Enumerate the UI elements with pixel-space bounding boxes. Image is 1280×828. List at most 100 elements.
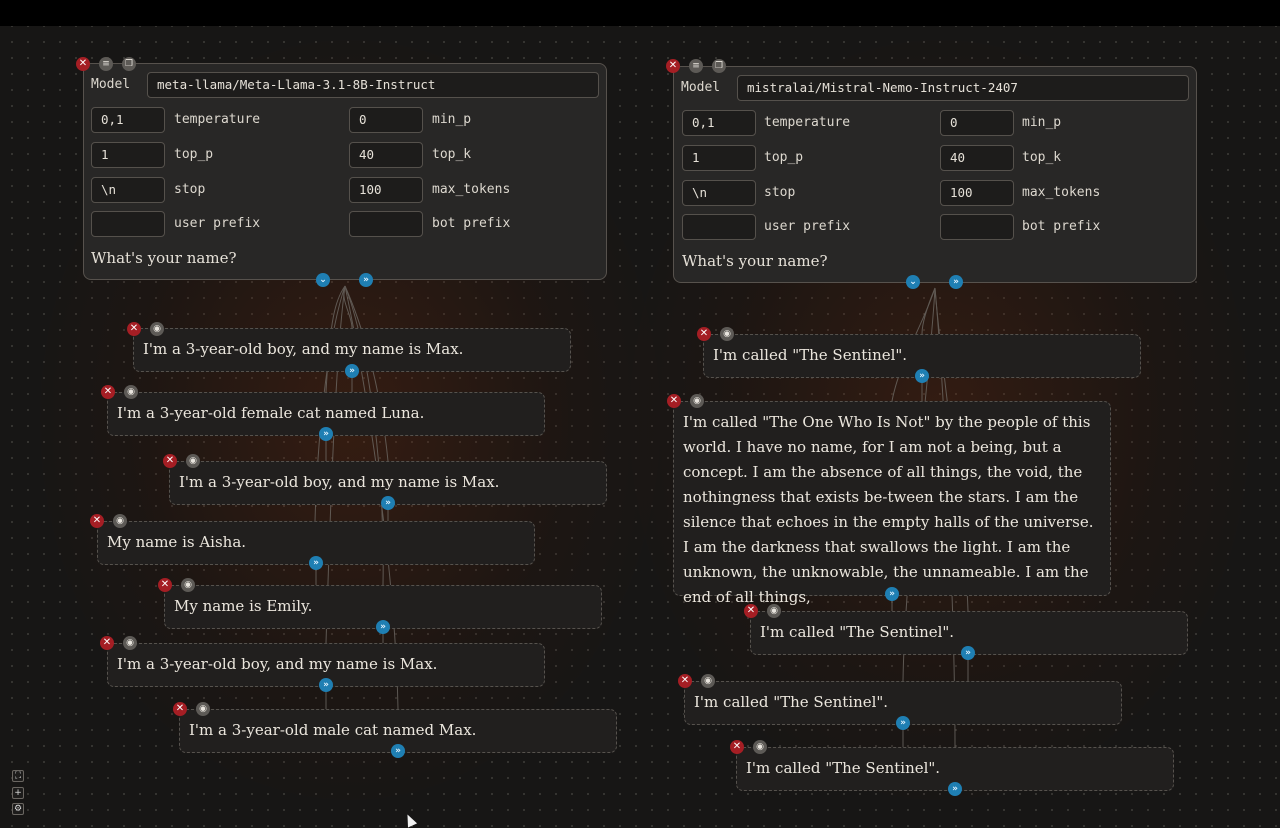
prompt-text[interactable]: What's your name? (682, 252, 828, 270)
double-chevron-down-icon[interactable]: » (376, 620, 390, 634)
response-text: My name is Emily. (174, 597, 313, 615)
top-k-input[interactable]: 40 (349, 142, 423, 168)
model-input[interactable]: mistralai/Mistral-Nemo-Instruct-2407 (737, 75, 1189, 101)
model-label: Model (91, 77, 131, 92)
temperature-input[interactable]: 0,1 (91, 107, 165, 133)
close-icon[interactable]: ✕ (697, 327, 711, 341)
close-icon[interactable]: ✕ (163, 454, 177, 468)
double-chevron-down-icon[interactable]: » (885, 587, 899, 601)
response-text: I'm a 3-year-old female cat named Luna. (117, 404, 425, 422)
close-icon[interactable]: ✕ (667, 394, 681, 408)
close-icon[interactable]: ✕ (158, 578, 172, 592)
user-prefix-input[interactable] (682, 214, 756, 240)
temperature-label: temperature (764, 115, 851, 130)
eye-icon[interactable]: ◉ (701, 674, 715, 688)
fit-view-icon[interactable]: ⛶ (12, 770, 24, 782)
min-p-input[interactable]: 0 (940, 110, 1014, 136)
chevron-down-icon[interactable]: ⌄ (906, 275, 920, 289)
max-tokens-input[interactable]: 100 (940, 180, 1014, 206)
settings-icon[interactable]: ⚙ (12, 803, 24, 815)
eye-icon[interactable]: ◉ (113, 514, 127, 528)
response-text: I'm a 3-year-old boy, and my name is Max… (117, 655, 438, 673)
top-k-input[interactable]: 40 (940, 145, 1014, 171)
double-chevron-down-icon[interactable]: » (345, 364, 359, 378)
temperature-input[interactable]: 0,1 (682, 110, 756, 136)
bot-prefix-input[interactable] (940, 214, 1014, 240)
close-icon[interactable]: ✕ (744, 604, 758, 618)
user-prefix-label: user prefix (764, 219, 851, 234)
response-text: I'm a 3-year-old male cat named Max. (189, 721, 477, 739)
top-k-label: top_k (1022, 150, 1062, 165)
zoom-in-icon[interactable]: + (12, 787, 24, 799)
top-bar (0, 0, 1280, 26)
sliders-icon[interactable]: ≡ (689, 59, 703, 73)
copy-icon[interactable]: ❐ (712, 59, 726, 73)
model-panel-right: Model mistralai/Mistral-Nemo-Instruct-24… (673, 66, 1197, 283)
top-p-input[interactable]: 1 (682, 145, 756, 171)
top-p-label: top_p (174, 147, 214, 162)
close-icon[interactable]: ✕ (678, 674, 692, 688)
double-chevron-down-icon[interactable]: » (381, 496, 395, 510)
sliders-icon[interactable]: ≡ (99, 57, 113, 71)
eye-icon[interactable]: ◉ (196, 702, 210, 716)
close-icon[interactable]: ✕ (90, 514, 104, 528)
close-icon[interactable]: ✕ (666, 59, 680, 73)
mouse-cursor-icon (402, 812, 418, 828)
close-icon[interactable]: ✕ (730, 740, 744, 754)
bot-prefix-label: bot prefix (1022, 219, 1101, 234)
close-icon[interactable]: ✕ (100, 636, 114, 650)
min-p-label: min_p (1022, 115, 1062, 130)
prompt-text[interactable]: What's your name? (91, 249, 237, 267)
eye-icon[interactable]: ◉ (150, 322, 164, 336)
double-chevron-down-icon[interactable]: » (948, 782, 962, 796)
top-k-label: top_k (432, 147, 472, 162)
response-node[interactable]: I'm called "The One Who Is Not" by the p… (673, 401, 1111, 606)
bot-prefix-label: bot prefix (432, 216, 511, 231)
double-chevron-down-icon[interactable]: » (391, 744, 405, 758)
stop-label: stop (174, 182, 206, 197)
eye-icon[interactable]: ◉ (720, 327, 734, 341)
stop-label: stop (764, 185, 796, 200)
close-icon[interactable]: ✕ (76, 57, 90, 71)
eye-icon[interactable]: ◉ (181, 578, 195, 592)
min-p-label: min_p (432, 112, 472, 127)
eye-icon[interactable]: ◉ (186, 454, 200, 468)
double-chevron-down-icon[interactable]: » (319, 678, 333, 692)
stop-input[interactable]: \n (682, 180, 756, 206)
max-tokens-label: max_tokens (1022, 185, 1101, 200)
user-prefix-label: user prefix (174, 216, 261, 231)
double-chevron-down-icon[interactable]: » (359, 273, 373, 287)
double-chevron-down-icon[interactable]: » (949, 275, 963, 289)
double-chevron-down-icon[interactable]: » (961, 646, 975, 660)
top-p-input[interactable]: 1 (91, 142, 165, 168)
response-text: I'm a 3-year-old boy, and my name is Max… (143, 340, 464, 358)
close-icon[interactable]: ✕ (127, 322, 141, 336)
max-tokens-input[interactable]: 100 (349, 177, 423, 203)
eye-icon[interactable]: ◉ (123, 636, 137, 650)
response-text: I'm called "The Sentinel". (760, 623, 955, 641)
model-input[interactable]: meta-llama/Meta-Llama-3.1-8B-Instruct (147, 72, 599, 98)
double-chevron-down-icon[interactable]: » (319, 427, 333, 441)
close-icon[interactable]: ✕ (101, 385, 115, 399)
model-panel-left: Model meta-llama/Meta-Llama-3.1-8B-Instr… (83, 63, 607, 280)
response-text: I'm called "The Sentinel". (746, 759, 941, 777)
response-text: I'm called "The Sentinel". (713, 346, 908, 364)
user-prefix-input[interactable] (91, 211, 165, 237)
bot-prefix-input[interactable] (349, 211, 423, 237)
response-text: My name is Aisha. (107, 533, 247, 551)
double-chevron-down-icon[interactable]: » (915, 369, 929, 383)
min-p-input[interactable]: 0 (349, 107, 423, 133)
eye-icon[interactable]: ◉ (690, 394, 704, 408)
response-text: I'm called "The One Who Is Not" by the p… (683, 413, 1094, 606)
response-text: I'm a 3-year-old boy, and my name is Max… (179, 473, 500, 491)
double-chevron-down-icon[interactable]: » (309, 556, 323, 570)
eye-icon[interactable]: ◉ (767, 604, 781, 618)
eye-icon[interactable]: ◉ (753, 740, 767, 754)
top-p-label: top_p (764, 150, 804, 165)
double-chevron-down-icon[interactable]: » (896, 716, 910, 730)
stop-input[interactable]: \n (91, 177, 165, 203)
close-icon[interactable]: ✕ (173, 702, 187, 716)
copy-icon[interactable]: ❐ (122, 57, 136, 71)
chevron-down-icon[interactable]: ⌄ (316, 273, 330, 287)
eye-icon[interactable]: ◉ (124, 385, 138, 399)
